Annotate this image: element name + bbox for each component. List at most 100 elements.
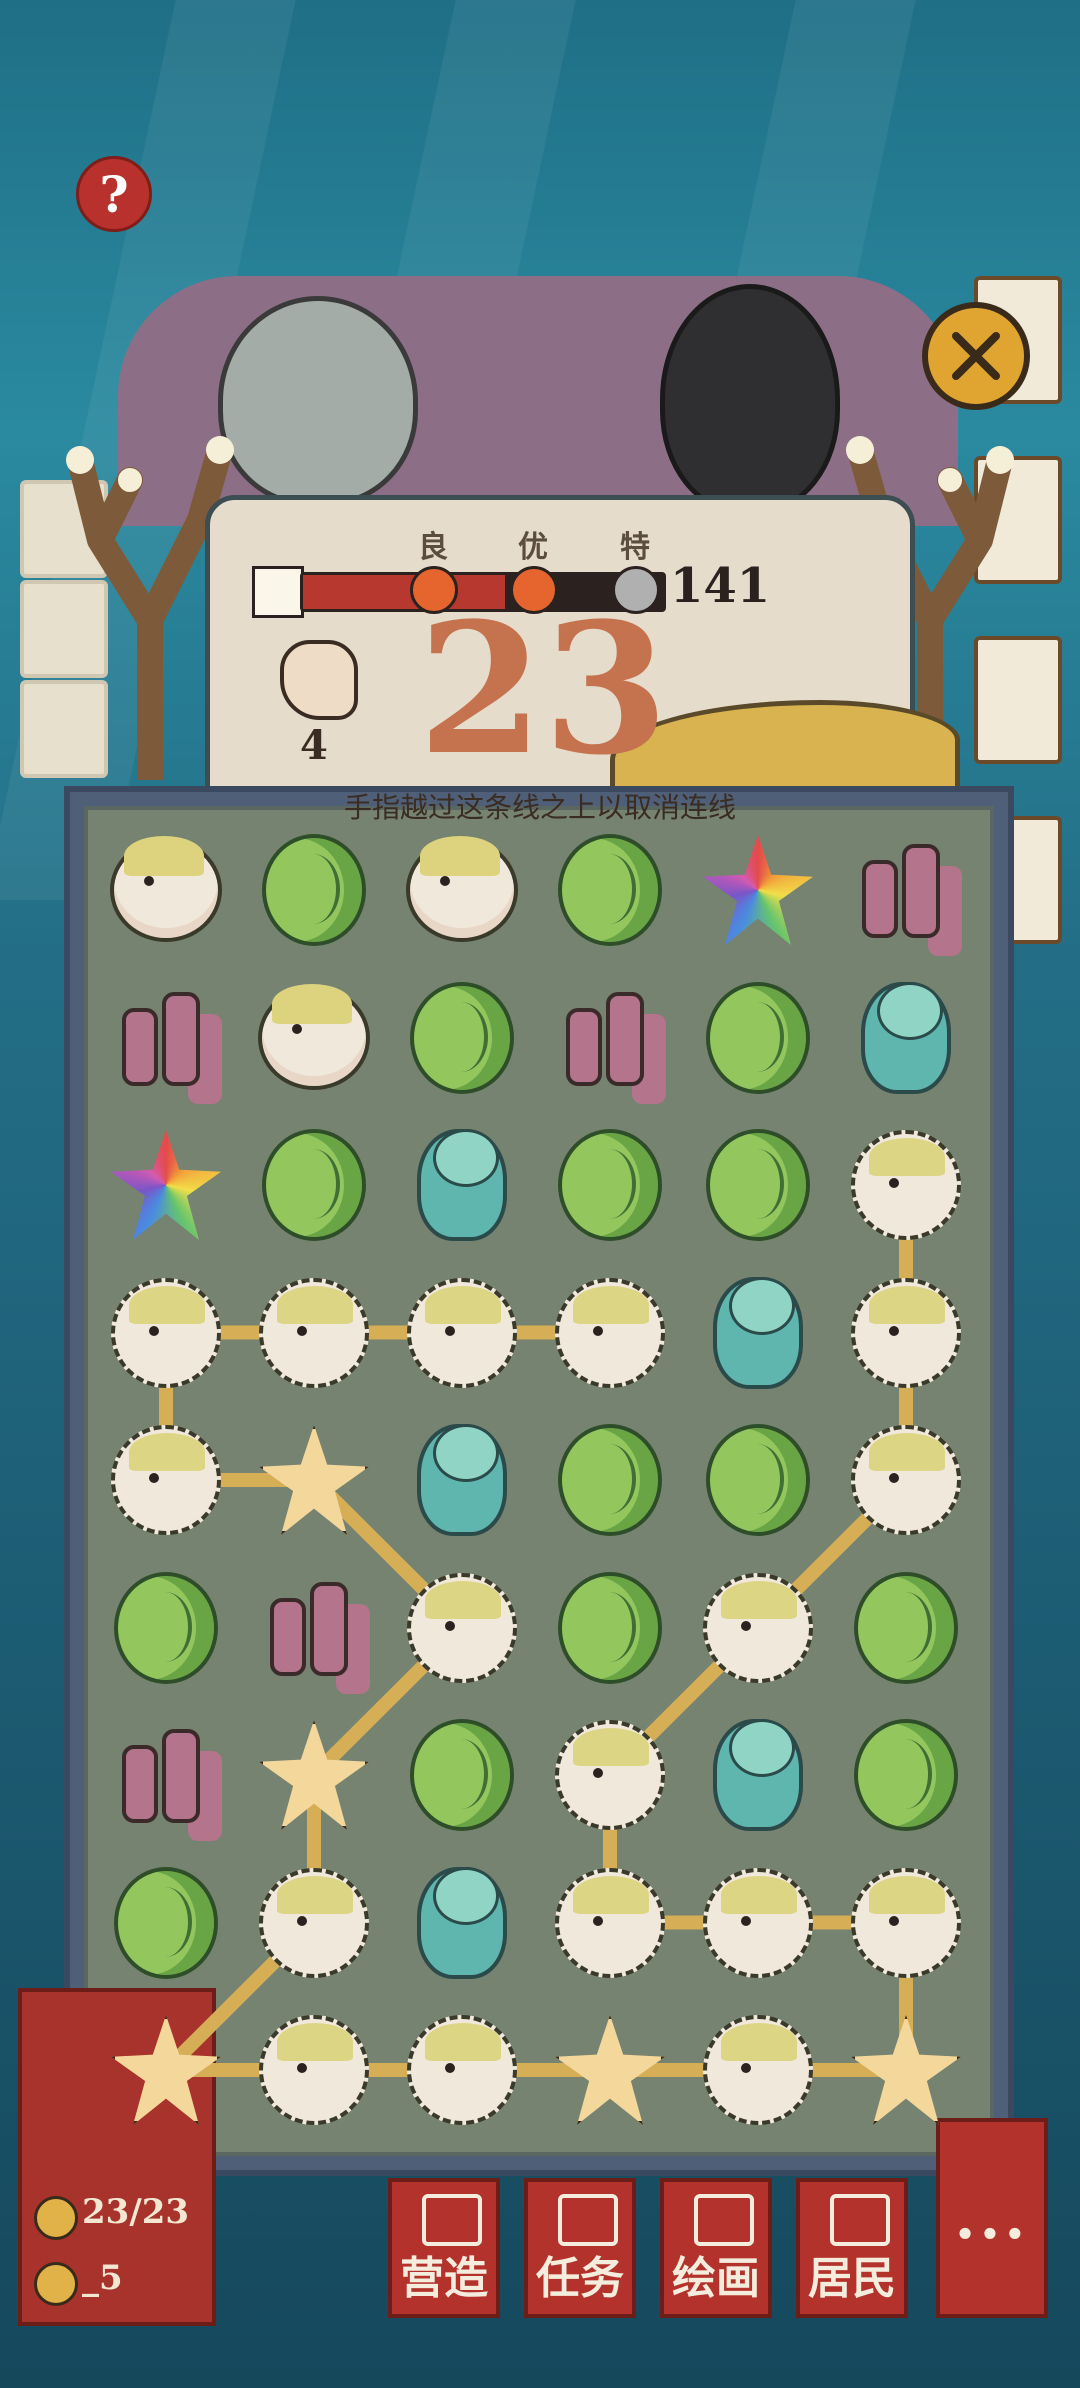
coral-icon	[560, 988, 660, 1088]
board-tile[interactable]	[698, 1863, 818, 1983]
board-tile[interactable]	[550, 978, 670, 1098]
board-tile[interactable]	[846, 830, 966, 950]
board-tile[interactable]	[698, 978, 818, 1098]
shell-icon	[854, 1571, 958, 1684]
board-tile[interactable]	[846, 1568, 966, 1688]
shell-icon	[558, 1571, 662, 1684]
board-tile[interactable]	[254, 1568, 374, 1688]
board-tile[interactable]	[550, 1125, 670, 1245]
coral-icon	[264, 1578, 364, 1678]
spiky-puffer-icon	[407, 1572, 517, 1683]
spiky-puffer-icon	[407, 1277, 517, 1388]
shell-icon	[706, 1424, 810, 1536]
spiky-puffer-icon	[407, 2015, 517, 2125]
board-tile[interactable]	[846, 1863, 966, 1983]
board-tile[interactable]	[254, 2010, 374, 2130]
clam-icon	[713, 1719, 803, 1831]
clam-icon	[713, 1276, 803, 1389]
board-tile[interactable]	[846, 978, 966, 1098]
board-tile[interactable]	[106, 1715, 226, 1835]
board-tile[interactable]	[254, 1273, 374, 1393]
board-tile[interactable]	[846, 2010, 966, 2130]
board-tile[interactable]	[106, 2010, 226, 2130]
board-tile[interactable]	[402, 1715, 522, 1835]
starfish-icon	[111, 2015, 221, 2125]
shell-icon	[558, 834, 662, 946]
starfish-icon	[555, 2015, 665, 2125]
shell-icon	[558, 1129, 662, 1241]
coral-icon	[856, 840, 956, 940]
spiky-puffer-icon	[703, 1572, 813, 1683]
board-tile[interactable]	[698, 1568, 818, 1688]
board-tile[interactable]	[106, 1125, 226, 1245]
board-tile[interactable]	[846, 1125, 966, 1245]
spiky-puffer-icon	[111, 1277, 221, 1388]
board-tile[interactable]	[550, 1863, 670, 1983]
board-tile[interactable]	[698, 1715, 818, 1835]
board-tile[interactable]	[106, 978, 226, 1098]
rainbow-star-icon	[111, 1130, 221, 1240]
board-tile[interactable]	[106, 1863, 226, 1983]
spiky-puffer-icon	[703, 2015, 813, 2125]
shell-icon	[410, 1719, 514, 1831]
rainbow-star-icon	[703, 835, 813, 945]
board-tile[interactable]	[402, 1125, 522, 1245]
starfish-icon	[851, 2015, 961, 2125]
puffer-icon	[406, 836, 518, 942]
board-tile[interactable]	[106, 830, 226, 950]
spiky-puffer-icon	[703, 1867, 813, 1978]
board-tile[interactable]	[402, 1568, 522, 1688]
spiky-puffer-icon	[111, 1425, 221, 1535]
spiky-puffer-icon	[555, 1867, 665, 1978]
board-tile[interactable]	[254, 978, 374, 1098]
board-tile[interactable]	[402, 830, 522, 950]
board-tile[interactable]	[402, 1273, 522, 1393]
spiky-puffer-icon	[259, 1867, 369, 1978]
board-tile[interactable]	[550, 1715, 670, 1835]
board-tile[interactable]	[402, 2010, 522, 2130]
board-tile[interactable]	[550, 1273, 670, 1393]
board-tile[interactable]	[846, 1420, 966, 1540]
board-tile[interactable]	[698, 1273, 818, 1393]
board-tile[interactable]	[106, 1568, 226, 1688]
board-tile[interactable]	[402, 1863, 522, 1983]
board-tile[interactable]	[106, 1273, 226, 1393]
spiky-puffer-icon	[851, 1867, 961, 1978]
shell-icon	[854, 1719, 958, 1831]
board-tile[interactable]	[550, 1568, 670, 1688]
spiky-puffer-icon	[851, 1130, 961, 1240]
board-tile[interactable]	[550, 1420, 670, 1540]
board-tile[interactable]	[254, 1715, 374, 1835]
board-tile[interactable]	[254, 1863, 374, 1983]
board-tile[interactable]	[254, 830, 374, 950]
shell-icon	[558, 1424, 662, 1536]
spiky-puffer-icon	[555, 1720, 665, 1830]
board-tile[interactable]	[402, 1420, 522, 1540]
board-tile[interactable]	[698, 830, 818, 950]
shell-icon	[706, 981, 810, 1094]
spiky-puffer-icon	[851, 1277, 961, 1388]
board-tile[interactable]	[106, 1420, 226, 1540]
spiky-puffer-icon	[259, 2015, 369, 2125]
board-tile[interactable]	[550, 2010, 670, 2130]
board-tile[interactable]	[698, 2010, 818, 2130]
board-tile[interactable]	[698, 1420, 818, 1540]
clam-icon	[417, 1129, 507, 1241]
board-tile[interactable]	[254, 1420, 374, 1540]
spiky-puffer-icon	[555, 1277, 665, 1388]
puffer-icon	[258, 983, 370, 1090]
board-tile[interactable]	[846, 1715, 966, 1835]
shell-icon	[114, 1866, 218, 1979]
cancel-hint-text: 手指越过这条线之上以取消连线	[343, 791, 736, 824]
board-tile[interactable]	[698, 1125, 818, 1245]
shell-icon	[262, 834, 366, 946]
starfish-icon	[259, 1425, 369, 1535]
board-tile[interactable]	[402, 978, 522, 1098]
clam-icon	[861, 981, 951, 1094]
shell-icon	[706, 1129, 810, 1241]
board-tile[interactable]	[846, 1273, 966, 1393]
starfish-icon	[259, 1720, 369, 1830]
board-tile[interactable]	[254, 1125, 374, 1245]
board-tile[interactable]	[550, 830, 670, 950]
coral-icon	[116, 988, 216, 1088]
